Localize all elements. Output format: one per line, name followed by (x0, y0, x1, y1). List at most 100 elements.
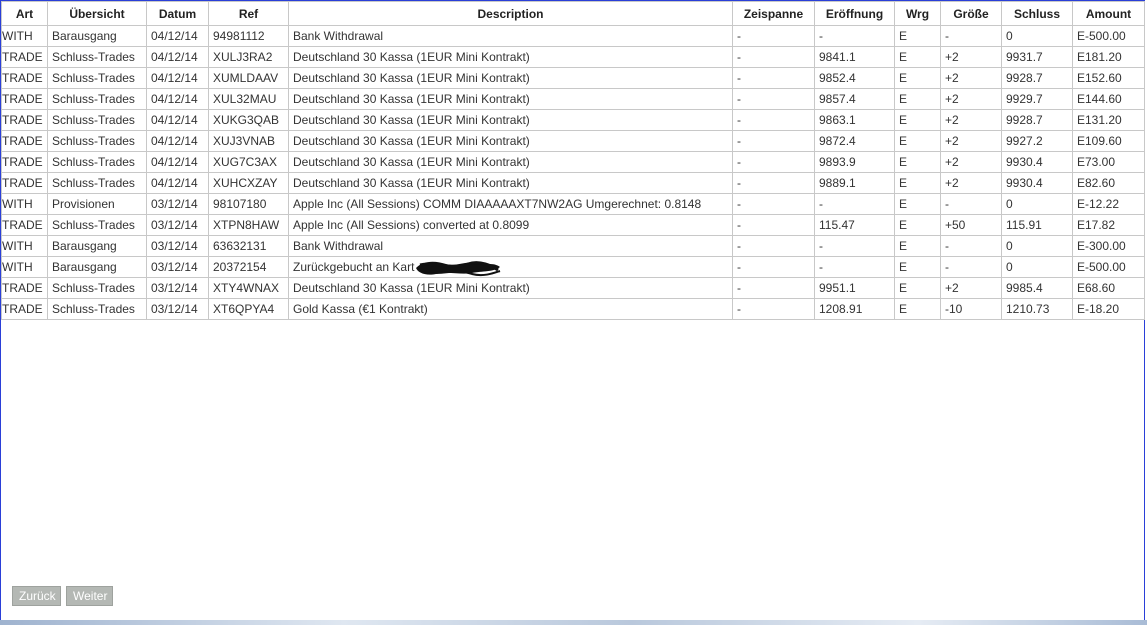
cell-art: WITH (1, 256, 48, 278)
cell-amount: E73.00 (1072, 151, 1145, 173)
transactions-table: Art Übersicht Datum Ref Description Zeispanne… (1, 1, 1145, 320)
cell-eroeffnung: 9889.1 (814, 172, 895, 194)
cell-schluss: 9927.2 (1001, 130, 1073, 152)
redaction-scribble (416, 261, 501, 277)
cell-uebersicht: Barausgang (47, 256, 147, 278)
cell-description: Deutschland 30 Kassa (1EUR Mini Kontrakt… (288, 172, 733, 194)
cell-art: TRADE (1, 298, 48, 320)
cell-art: TRADE (1, 214, 48, 236)
cell-wrg: E (894, 214, 941, 236)
column-header-amount: Amount (1072, 1, 1145, 26)
column-header-ref: Ref (208, 1, 289, 26)
cell-schluss: 0 (1001, 25, 1073, 47)
cell-uebersicht: Schluss-Trades (47, 67, 147, 89)
cell-description: Apple Inc (All Sessions) COMM DIAAAAAXT7… (288, 193, 733, 215)
cell-ref: 98107180 (208, 193, 289, 215)
cell-zeispanne: - (732, 151, 815, 173)
column-header-uebersicht: Übersicht (47, 1, 147, 26)
cell-art: TRADE (1, 88, 48, 110)
cell-amount: E-500.00 (1072, 256, 1145, 278)
cell-wrg: E (894, 172, 941, 194)
cell-amount: E82.60 (1072, 172, 1145, 194)
cell-eroeffnung: - (814, 25, 895, 47)
cell-datum: 04/12/14 (146, 151, 209, 173)
cell-schluss: 9930.4 (1001, 151, 1073, 173)
cell-datum: 03/12/14 (146, 277, 209, 299)
cell-eroeffnung: 9857.4 (814, 88, 895, 110)
cell-art: TRADE (1, 151, 48, 173)
table-row: TRADE Schluss-Trades 03/12/14 XTY4WNAX Deuts… (1, 277, 1145, 299)
cell-datum: 03/12/14 (146, 256, 209, 278)
cell-ref: 63632131 (208, 235, 289, 257)
cell-schluss: 9931.7 (1001, 46, 1073, 68)
cell-datum: 04/12/14 (146, 88, 209, 110)
cell-ref: XUJ3VNAB (208, 130, 289, 152)
cell-amount: E152.60 (1072, 67, 1145, 89)
cell-ref: XULJ3RA2 (208, 46, 289, 68)
cell-wrg: E (894, 88, 941, 110)
cell-amount: E-300.00 (1072, 235, 1145, 257)
cell-amount: E-18.20 (1072, 298, 1145, 320)
cell-datum: 03/12/14 (146, 235, 209, 257)
cell-description: Deutschland 30 Kassa (1EUR Mini Kontrakt… (288, 46, 733, 68)
cell-wrg: E (894, 109, 941, 131)
cell-zeispanne: - (732, 46, 815, 68)
cell-description: Bank Withdrawal (288, 25, 733, 47)
cell-wrg: E (894, 25, 941, 47)
cell-schluss: 0 (1001, 193, 1073, 215)
cell-uebersicht: Barausgang (47, 235, 147, 257)
cell-groesse: +2 (940, 151, 1002, 173)
cell-ref: XT6QPYA4 (208, 298, 289, 320)
cell-uebersicht: Schluss-Trades (47, 214, 147, 236)
cell-amount: E-500.00 (1072, 25, 1145, 47)
cell-amount: E68.60 (1072, 277, 1145, 299)
cell-ref: XTY4WNAX (208, 277, 289, 299)
cell-description: Deutschland 30 Kassa (1EUR Mini Kontrakt… (288, 88, 733, 110)
cell-ref: XUHCXZAY (208, 172, 289, 194)
cell-zeispanne: - (732, 25, 815, 47)
table-row: WITH Barausgang 04/12/14 94981112 Bank Withd… (1, 25, 1145, 47)
cell-datum: 03/12/14 (146, 214, 209, 236)
cell-datum: 03/12/14 (146, 298, 209, 320)
back-button[interactable]: Zurück (12, 586, 61, 606)
bottom-border-strip (0, 620, 1147, 625)
column-header-datum: Datum (146, 1, 209, 26)
cell-ref: XUL32MAU (208, 88, 289, 110)
cell-description: Deutschland 30 Kassa (1EUR Mini Kontrakt… (288, 277, 733, 299)
cell-eroeffnung: - (814, 193, 895, 215)
cell-zeispanne: - (732, 277, 815, 299)
cell-schluss: 115.91 (1001, 214, 1073, 236)
cell-uebersicht: Schluss-Trades (47, 109, 147, 131)
cell-art: WITH (1, 25, 48, 47)
table-row: TRADE Schluss-Trades 04/12/14 XUHCXZAY Deuts… (1, 172, 1145, 194)
cell-eroeffnung: 9951.1 (814, 277, 895, 299)
table-row: TRADE Schluss-Trades 04/12/14 XUG7C3AX Deuts… (1, 151, 1145, 173)
cell-wrg: E (894, 277, 941, 299)
cell-datum: 04/12/14 (146, 67, 209, 89)
cell-art: TRADE (1, 67, 48, 89)
cell-groesse: -10 (940, 298, 1002, 320)
cell-uebersicht: Schluss-Trades (47, 88, 147, 110)
cell-art: TRADE (1, 46, 48, 68)
cell-art: TRADE (1, 109, 48, 131)
next-button[interactable]: Weiter (66, 586, 113, 606)
cell-schluss: 9985.4 (1001, 277, 1073, 299)
cell-schluss: 9929.7 (1001, 88, 1073, 110)
cell-zeispanne: - (732, 214, 815, 236)
table-row: TRADE Schluss-Trades 04/12/14 XUKG3QAB Deuts… (1, 109, 1145, 131)
cell-art: TRADE (1, 130, 48, 152)
cell-description: Deutschland 30 Kassa (1EUR Mini Kontrakt… (288, 151, 733, 173)
cell-description: Apple Inc (All Sessions) converted at 0.… (288, 214, 733, 236)
cell-uebersicht: Schluss-Trades (47, 151, 147, 173)
cell-eroeffnung: 1208.91 (814, 298, 895, 320)
cell-description: Deutschland 30 Kassa (1EUR Mini Kontrakt… (288, 130, 733, 152)
cell-groesse: +2 (940, 277, 1002, 299)
cell-amount: E109.60 (1072, 130, 1145, 152)
cell-zeispanne: - (732, 172, 815, 194)
cell-uebersicht: Schluss-Trades (47, 172, 147, 194)
cell-uebersicht: Barausgang (47, 25, 147, 47)
column-header-groesse: Größe (940, 1, 1002, 26)
cell-datum: 04/12/14 (146, 46, 209, 68)
cell-wrg: E (894, 46, 941, 68)
cell-groesse: - (940, 193, 1002, 215)
